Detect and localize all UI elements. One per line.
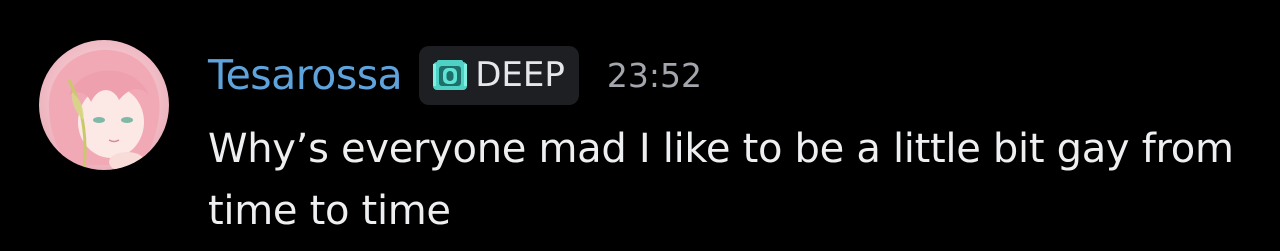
chat-message: Tesarossa DEEP 23:52 Why’s everyone mad …	[0, 0, 1280, 251]
guild-tag[interactable]: DEEP	[419, 45, 579, 105]
message-header: Tesarossa DEEP 23:52	[208, 45, 702, 105]
username[interactable]: Tesarossa	[208, 54, 403, 96]
message-content: Why’s everyone mad I like to be a little…	[208, 126, 1234, 234]
shield-icon	[431, 58, 469, 92]
avatar-image	[48, 49, 160, 170]
user-avatar[interactable]	[39, 40, 169, 170]
message-timestamp[interactable]: 23:52	[607, 59, 702, 92]
guild-tag-label: DEEP	[475, 55, 565, 95]
